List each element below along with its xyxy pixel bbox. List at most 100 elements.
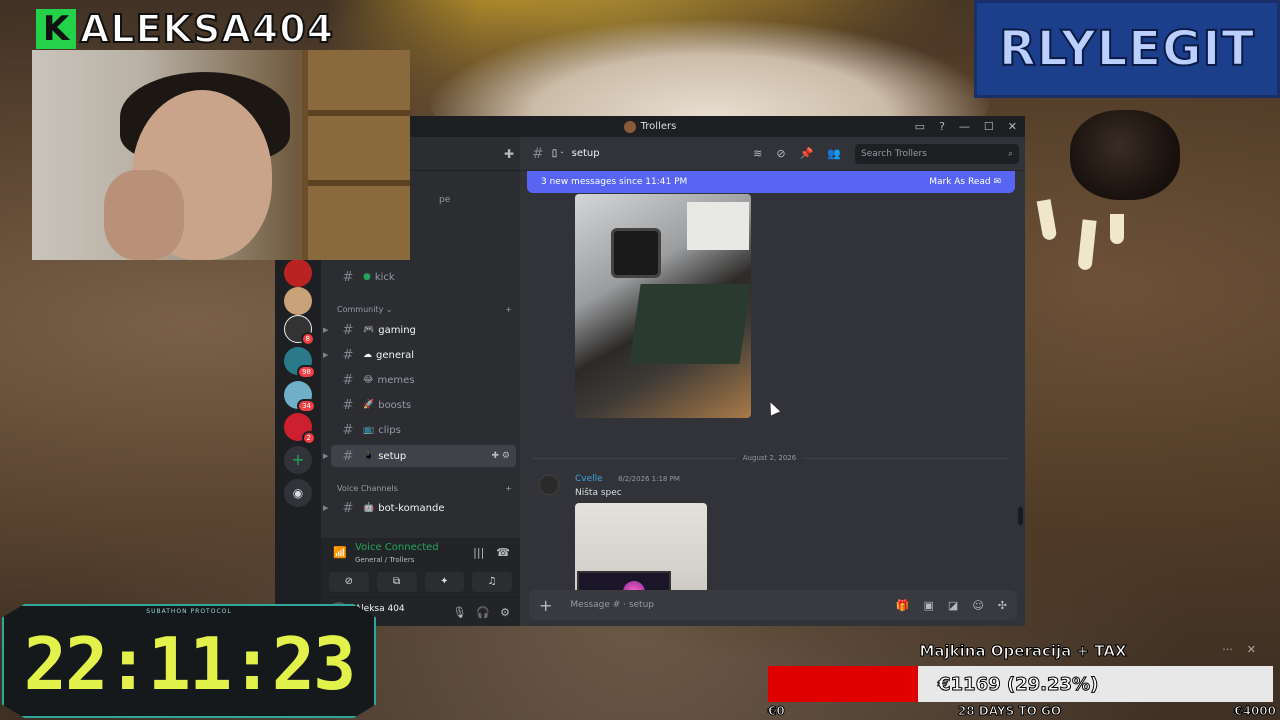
members-icon[interactable]: 👥: [827, 147, 841, 160]
explore-icon[interactable]: ◉: [284, 479, 312, 507]
server-icon-2[interactable]: [284, 287, 312, 315]
channel-label: bot-komande: [378, 502, 445, 514]
gif-icon[interactable]: ▣: [924, 599, 934, 612]
webcam-shelf: [302, 50, 410, 260]
sticker-icon[interactable]: ◪: [948, 599, 958, 612]
channel-clips[interactable]: # 📺 clips: [331, 419, 516, 441]
goal-title: Majkina Operacija + TAX: [919, 642, 1127, 661]
camera-off-button[interactable]: ⊘: [329, 572, 369, 592]
activities-button[interactable]: ✦: [424, 572, 465, 592]
close-icon[interactable]: ✕: [1247, 643, 1256, 656]
settings-icon[interactable]: ✚ ⚙: [492, 451, 510, 461]
more-icon[interactable]: ···: [1222, 643, 1233, 656]
maximize-button[interactable]: ☐: [984, 120, 994, 133]
invite-icon[interactable]: ✚: [504, 147, 514, 161]
channel-label: boosts: [378, 399, 412, 411]
add-channel-icon[interactable]: +: [505, 484, 512, 493]
help-icon[interactable]: ?: [939, 120, 945, 133]
microphone-icon[interactable]: 🎙: [452, 606, 466, 619]
scrollbar[interactable]: [1018, 507, 1023, 525]
goal-days: 28 DAYS TO GO: [957, 704, 1062, 719]
close-button[interactable]: ✕: [1008, 120, 1017, 133]
voice-panel: 📶 Voice Connected General / Trollers |||…: [321, 538, 520, 598]
channel-emoji: ☁: [363, 350, 372, 360]
timer-label: SUBATHON PROTOCOL: [146, 608, 232, 615]
noise-suppression-icon[interactable]: |||: [473, 546, 484, 559]
goal-amount: €1169 (29.23%): [937, 673, 1099, 695]
mark-as-read-button[interactable]: Mark As Read ✉: [929, 177, 1001, 187]
add-channel-icon[interactable]: +: [505, 305, 512, 314]
add-server-icon[interactable]: +: [284, 446, 312, 474]
channel-emoji: 🚀: [363, 400, 375, 410]
voice-actions: ⊘ ⧉ ✦ ♫: [329, 572, 512, 592]
new-messages-text: 3 new messages since 11:41 PM: [541, 177, 688, 187]
soundboard-button[interactable]: ♫: [472, 572, 512, 592]
goal-footer: €0 28 DAYS TO GO €4000: [768, 704, 1277, 719]
avatar[interactable]: [538, 474, 560, 496]
image-detail: [687, 202, 749, 250]
voice-channel-name: General / Trollers: [355, 556, 415, 564]
hash-icon: #: [342, 269, 354, 285]
inbox-icon[interactable]: ▭: [915, 120, 925, 133]
category-label: Community: [337, 304, 384, 314]
search-input[interactable]: Search Trollers ⌕: [855, 143, 1019, 164]
notifications-icon[interactable]: ⊘: [776, 147, 785, 160]
goal-start: €0: [768, 704, 786, 719]
mark-read-label: Mark As Read: [929, 177, 991, 187]
chat-area: # ▯ · setup ≋ ⊘ 📌 👥 Search Trollers ⌕ 3 …: [520, 137, 1025, 626]
category-community[interactable]: Community ⌄ +: [337, 301, 512, 317]
channel-label: setup: [378, 450, 407, 462]
voice-controls: ||| ☎: [473, 546, 510, 559]
server-icon-6[interactable]: 2: [284, 413, 316, 445]
add-attachment-icon[interactable]: +: [539, 596, 552, 615]
gift-icon[interactable]: 🎁: [896, 599, 910, 612]
channel-emoji: 📺: [363, 425, 375, 435]
threads-icon[interactable]: ≋: [753, 147, 762, 160]
apps-icon[interactable]: ✣: [998, 599, 1007, 612]
channel-gaming[interactable]: ▶ # 🎮 gaming: [323, 319, 516, 341]
screen-share-button[interactable]: ⧉: [376, 572, 417, 592]
headphones-icon[interactable]: 🎧: [476, 606, 490, 619]
channel-bot-komande[interactable]: ▶ # 🤖 bot-komande: [323, 497, 516, 519]
window-controls: ▭ ? — ☐ ✕: [915, 116, 1017, 137]
channel-boosts[interactable]: # 🚀 boosts: [331, 394, 516, 416]
background-wolf-nose: [1070, 110, 1180, 200]
hash-icon: #: [342, 347, 354, 363]
channel-partial: ре: [439, 195, 451, 205]
goal-end: €4000: [1234, 704, 1277, 719]
kick-logo-icon: K: [36, 9, 76, 49]
server-icon-3[interactable]: 8: [284, 315, 315, 346]
badge: 8: [300, 332, 315, 346]
voice-status[interactable]: Voice Connected: [355, 542, 439, 553]
sponsor-banner: RLYLEGIT: [974, 0, 1280, 98]
attachment-image-pc-internals[interactable]: [575, 194, 751, 418]
composer-icons: 🎁 ▣ ◪ ☺ ✣: [896, 599, 1007, 612]
channel-label: general: [376, 349, 415, 361]
channel-setup[interactable]: ▶ # 📱 setup ✚ ⚙: [323, 445, 516, 467]
gear-icon[interactable]: ⚙: [500, 606, 510, 619]
emoji-icon[interactable]: ☺: [972, 599, 983, 612]
channel-label: gaming: [378, 324, 416, 336]
channel-memes[interactable]: # 😂 memes: [331, 369, 516, 391]
minimize-button[interactable]: —: [959, 120, 970, 133]
disconnect-icon[interactable]: ☎: [496, 546, 510, 559]
category-voice[interactable]: Voice Channels +: [337, 480, 512, 496]
hash-icon: #: [532, 145, 544, 162]
message-input[interactable]: + Message # · setup 🎁 ▣ ◪ ☺ ✣: [529, 590, 1017, 620]
webcam-hand: [104, 170, 184, 260]
channel-emoji: 📱: [363, 451, 375, 461]
server-icon-1[interactable]: [284, 259, 312, 287]
server-icon-4[interactable]: 98: [284, 347, 316, 379]
pin-icon[interactable]: 📌: [800, 147, 814, 160]
category-label: Voice Channels: [337, 483, 398, 493]
server-icon-5[interactable]: 34: [284, 381, 316, 413]
search-placeholder: Search Trollers: [861, 148, 927, 159]
channel-kick[interactable]: # ● kick: [331, 266, 516, 288]
channel-title: setup: [571, 148, 600, 159]
message-author[interactable]: Cvelle: [575, 474, 603, 484]
chevron-right-icon: ▶: [323, 351, 329, 359]
chevron-right-icon: ▶: [323, 504, 329, 512]
new-messages-bar[interactable]: 3 new messages since 11:41 PM Mark As Re…: [527, 171, 1015, 193]
channel-general[interactable]: ▶ # ☁ general: [323, 344, 516, 366]
signal-icon: 📶: [333, 546, 347, 559]
